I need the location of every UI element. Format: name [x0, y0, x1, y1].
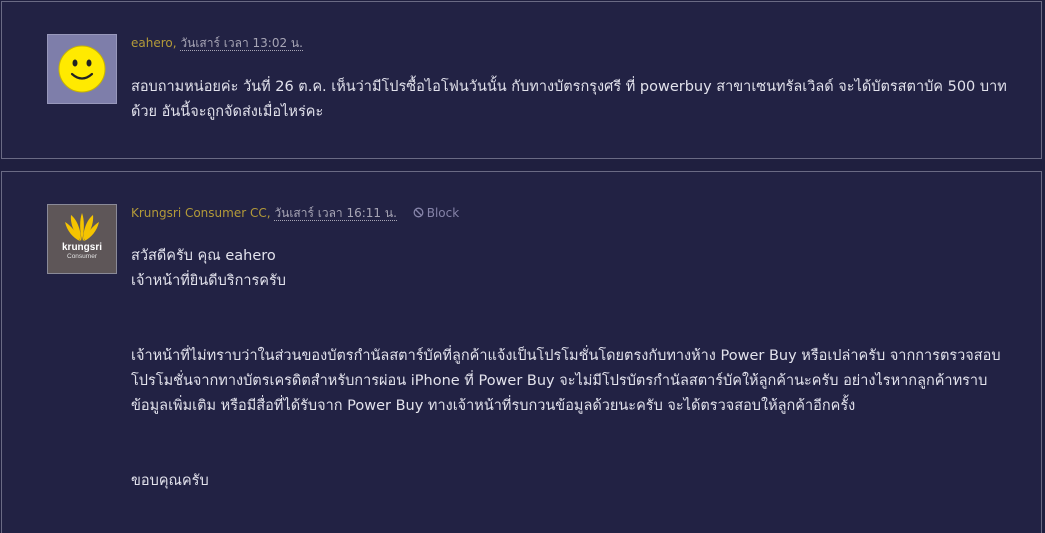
smiley-face-icon: [58, 45, 106, 93]
comment-meta: Krungsri Consumer CC, วันเสาร์ เวลา 16:1…: [131, 204, 459, 222]
block-label: Block: [426, 206, 460, 220]
comment-greeting: สวัสดีครับ คุณ eahero: [131, 248, 276, 264]
comment-paragraph: เจ้าหน้าที่ไม่ทราบว่าในส่วนของบัตรกำนัลส…: [131, 348, 1001, 414]
comment-time: วันเสาร์ เวลา 16:11 น.: [274, 206, 397, 221]
avatar-brand-text: krungsri: [61, 242, 102, 253]
krungsri-logo-icon: [65, 213, 99, 241]
comment-meta: eahero, วันเสาร์ เวลา 13:02 น.: [131, 34, 303, 52]
block-button[interactable]: Block: [413, 206, 459, 220]
comment-text: สอบถามหน่อยค่ะ วันที่ 26 ต.ค. เห็นว่ามีโ…: [131, 79, 1007, 120]
comment-time: วันเสาร์ เวลา 13:02 น.: [180, 36, 303, 51]
comment-body: สอบถามหน่อยค่ะ วันที่ 26 ต.ค. เห็นว่ามีโ…: [131, 75, 1011, 125]
comment-body: สวัสดีครับ คุณ eahero เจ้าหน้าที่ยินดีบร…: [131, 244, 1011, 494]
comment-card: eahero, วันเสาร์ เวลา 13:02 น. สอบถามหน่…: [1, 1, 1042, 159]
avatar-brand-subtext: Consumer: [67, 253, 97, 260]
comment-intro: เจ้าหน้าที่ยินดีบริการครับ: [131, 273, 286, 289]
comment-closing: ขอบคุณครับ: [131, 473, 209, 489]
comment-author[interactable]: Krungsri Consumer CC: [131, 206, 267, 220]
avatar[interactable]: krungsri Consumer: [47, 204, 117, 274]
comment-card: krungsri Consumer Krungsri Consumer CC, …: [1, 171, 1042, 533]
comment-author[interactable]: eahero: [131, 36, 173, 50]
block-icon: [413, 207, 424, 218]
avatar[interactable]: [47, 34, 117, 104]
